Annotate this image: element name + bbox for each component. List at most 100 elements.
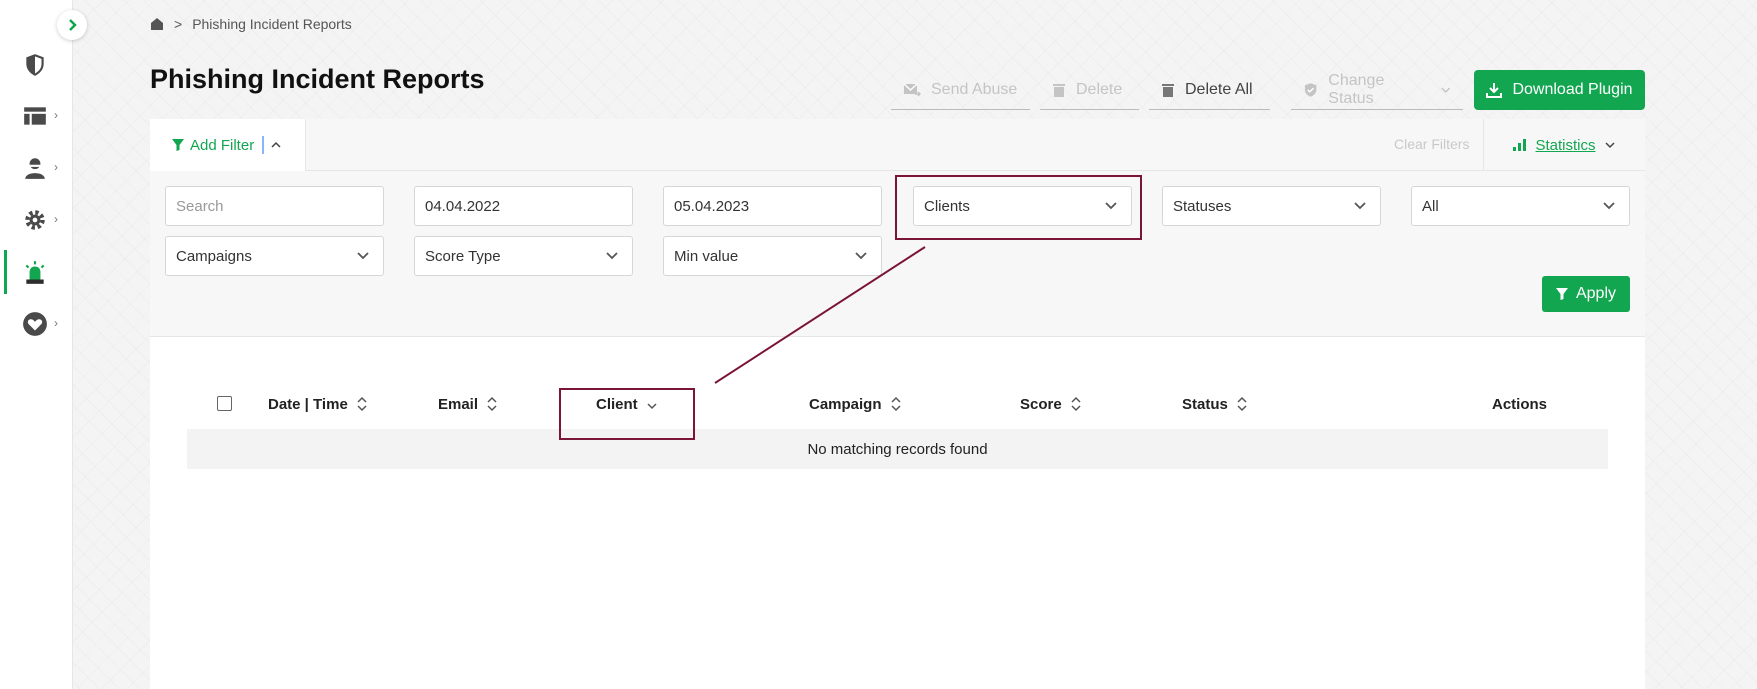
column-email-label: Email (438, 395, 479, 413)
chevron-down-icon (1105, 202, 1117, 210)
chevron-down-icon (855, 252, 867, 260)
column-client[interactable]: Client (596, 389, 658, 419)
page-title: Phishing Incident Reports (150, 64, 485, 94)
sort-descending-icon (647, 403, 657, 410)
min-value-select-value: Min value (674, 247, 739, 265)
clients-select-value: Clients (924, 197, 970, 215)
campaigns-select-value: Campaigns (176, 247, 252, 265)
date-to-field[interactable]: 05.04.2023 (663, 186, 882, 226)
clear-filters-button[interactable]: Clear Filters (1394, 136, 1469, 152)
delete-all-label: Delete All (1185, 80, 1253, 98)
text-cursor (262, 136, 265, 154)
download-plugin-button[interactable]: Download Plugin (1474, 70, 1645, 110)
sidebar-item-favorites[interactable]: › (0, 301, 73, 345)
chevron-right-icon: › (54, 108, 58, 122)
reports-panel: Add Filter Clear Filters Statistics 04.0… (150, 119, 1645, 689)
send-abuse-label: Send Abuse (931, 80, 1018, 98)
chevron-down-icon (606, 252, 618, 260)
add-filter-toggle[interactable]: Add Filter (150, 119, 306, 171)
filters-area: 04.04.2022 05.04.2023 Clients Statuses A… (150, 171, 1645, 337)
change-status-dropdown[interactable]: Change Status (1291, 70, 1463, 110)
sort-icon (357, 396, 367, 412)
score-type-select-value: Score Type (425, 247, 501, 265)
chevron-down-icon (1604, 142, 1615, 149)
sort-icon (890, 396, 901, 412)
column-status[interactable]: Status (1182, 389, 1248, 419)
apply-button[interactable]: Apply (1542, 276, 1630, 312)
clients-select[interactable]: Clients (913, 186, 1132, 226)
sort-icon (487, 396, 497, 412)
min-value-select[interactable]: Min value (663, 236, 882, 276)
date-from-value: 04.04.2022 (425, 197, 501, 215)
search-input[interactable] (176, 197, 373, 215)
home-icon[interactable] (150, 17, 164, 31)
all-select[interactable]: All (1411, 186, 1630, 226)
sidebar-toggle-button[interactable] (57, 10, 87, 40)
table-header: Date | Time Email Client Campaign Score … (187, 389, 1607, 419)
sort-icon (1071, 396, 1081, 412)
chevron-right-icon: › (54, 160, 58, 174)
chevron-down-icon (1440, 87, 1450, 93)
breadcrumb-current: Phishing Incident Reports (192, 16, 352, 32)
date-to-value: 05.04.2023 (674, 197, 750, 215)
column-campaign-label: Campaign (809, 395, 882, 413)
campaigns-select[interactable]: Campaigns (165, 236, 384, 276)
statuses-select-value: Statuses (1173, 197, 1232, 215)
filter-bar: Add Filter Clear Filters Statistics (150, 119, 1645, 171)
trash-icon (1162, 83, 1174, 97)
download-plugin-label: Download Plugin (1512, 81, 1633, 98)
bar-chart-icon (1513, 139, 1527, 151)
chevron-right-icon (69, 19, 77, 31)
delete-label: Delete (1076, 80, 1123, 98)
score-type-select[interactable]: Score Type (414, 236, 633, 276)
mail-send-icon (903, 82, 921, 97)
column-email[interactable]: Email (438, 389, 498, 419)
shield-icon (26, 54, 44, 76)
chevron-down-icon (1354, 202, 1366, 210)
column-actions: Actions (1492, 389, 1547, 419)
date-from-field[interactable]: 04.04.2022 (414, 186, 633, 226)
statistics-toggle[interactable]: Statistics (1483, 119, 1645, 171)
heart-icon (23, 312, 47, 336)
column-client-label: Client (596, 395, 638, 413)
chevron-up-icon (271, 141, 281, 148)
download-icon (1486, 83, 1503, 98)
column-date-time-label: Date | Time (268, 395, 348, 413)
sidebar-item-dashboard[interactable]: › (0, 93, 73, 137)
sidebar-item-settings[interactable]: › (0, 197, 73, 241)
empty-table-row: No matching records found (187, 429, 1608, 469)
users-icon (25, 158, 45, 179)
sidebar-item-users[interactable]: › (0, 145, 73, 189)
chevron-right-icon: › (54, 316, 58, 330)
add-filter-label: Add Filter (190, 136, 255, 154)
delete-all-button[interactable]: Delete All (1149, 70, 1270, 110)
sort-icon (1237, 396, 1247, 412)
apply-label: Apply (1575, 285, 1617, 302)
send-abuse-button[interactable]: Send Abuse (891, 70, 1030, 110)
dashboard-icon (24, 107, 46, 125)
column-date-time[interactable]: Date | Time (268, 389, 368, 419)
column-score[interactable]: Score (1020, 389, 1082, 419)
column-campaign[interactable]: Campaign (809, 389, 902, 419)
empty-message: No matching records found (807, 440, 988, 458)
column-actions-label: Actions (1492, 395, 1548, 413)
statistics-label: Statistics (1535, 136, 1596, 154)
change-status-label: Change Status (1328, 71, 1385, 107)
settings-icon (25, 210, 45, 230)
delete-button[interactable]: Delete (1040, 70, 1139, 110)
shield-check-icon (1304, 82, 1317, 97)
chevron-right-icon: › (54, 212, 58, 226)
trash-icon (1053, 83, 1065, 97)
column-score-label: Score (1020, 395, 1062, 413)
statuses-select[interactable]: Statuses (1162, 186, 1381, 226)
select-all-checkbox[interactable] (217, 396, 232, 411)
chevron-down-icon (1603, 202, 1615, 210)
sidebar-item-security[interactable] (0, 42, 73, 86)
breadcrumb: > Phishing Incident Reports (150, 16, 352, 32)
sidebar: › › › › (0, 0, 73, 689)
sidebar-item-incidents[interactable] (0, 250, 73, 294)
filter-icon (1555, 288, 1568, 300)
search-field[interactable] (165, 186, 384, 226)
chevron-down-icon (357, 252, 369, 260)
breadcrumb-separator: > (174, 16, 183, 32)
